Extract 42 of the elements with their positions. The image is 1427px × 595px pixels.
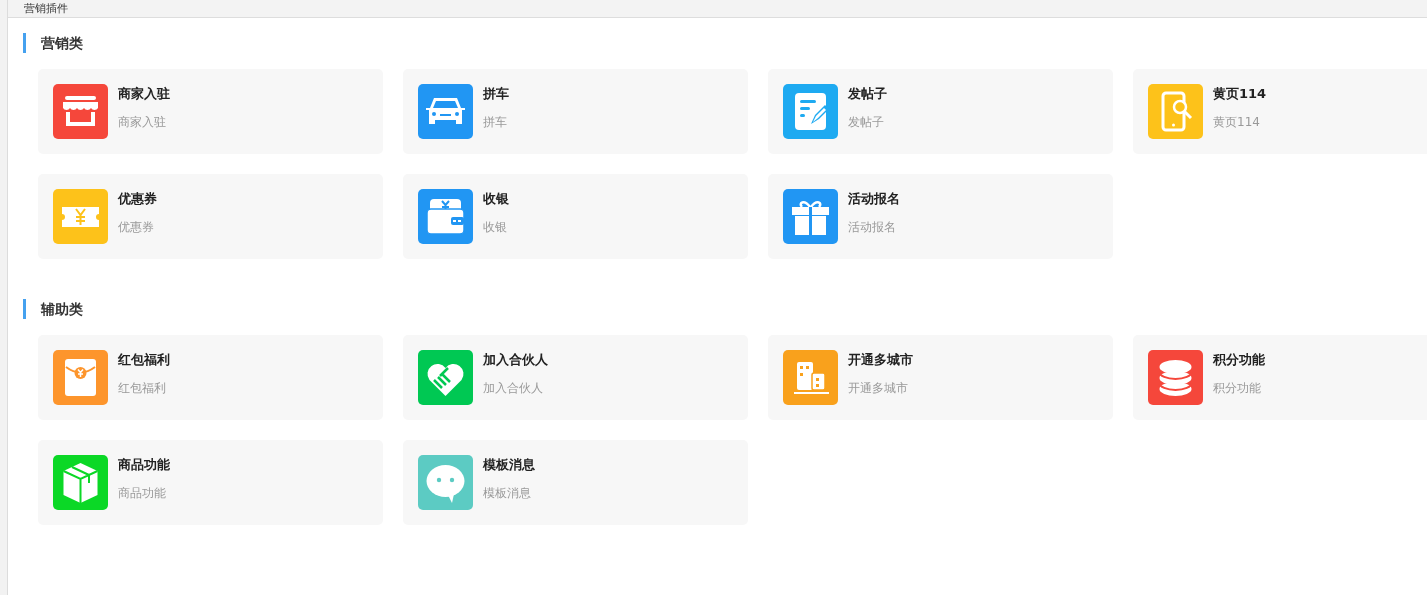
plugin-title: 收银 — [483, 191, 509, 207]
plugin-card[interactable]: 加入合伙人 加入合伙人 — [403, 335, 748, 420]
plugin-title: 黄页114 — [1213, 86, 1267, 102]
plugin-description: 加入合伙人 — [483, 380, 544, 396]
plugin-description: 拼车 — [483, 114, 508, 130]
plugin-card[interactable]: 红包福利 红包福利 — [38, 335, 383, 420]
plugin-card[interactable]: 模板消息 模板消息 — [403, 440, 748, 525]
plugin-title: 发帖子 — [848, 86, 887, 102]
plugin-description: 积分功能 — [1213, 380, 1262, 396]
plugin-card[interactable]: 商家入驻 商家入驻 — [38, 69, 383, 154]
plugin-card[interactable]: 商品功能 商品功能 — [38, 440, 383, 525]
plugin-description: 发帖子 — [848, 114, 885, 130]
plugin-title: 红包福利 — [118, 352, 170, 368]
plugin-title: 商家入驻 — [118, 86, 170, 102]
plugin-card[interactable]: 拼车 拼车 — [403, 69, 748, 154]
plugin-card[interactable]: 收银 收银 — [403, 174, 748, 259]
plugin-card[interactable]: 开通多城市 开通多城市 — [768, 335, 1113, 420]
plugin-title: 加入合伙人 — [483, 352, 548, 368]
plugin-title: 模板消息 — [483, 457, 535, 473]
plugin-description: 黄页114 — [1213, 114, 1261, 130]
plugin-description: 商品功能 — [118, 485, 167, 501]
plugin-title: 活动报名 — [848, 191, 900, 207]
section-heading: 营销类 — [23, 33, 1427, 53]
plugin-card[interactable]: 发帖子 发帖子 — [768, 69, 1113, 154]
plugin-card[interactable]: 黄页114 黄页114 — [1133, 69, 1427, 154]
plugin-title: 商品功能 — [118, 457, 170, 473]
plugin-description: 商家入驻 — [118, 114, 167, 130]
plugin-title: 开通多城市 — [848, 352, 913, 368]
plugin-card[interactable]: 积分功能 积分功能 — [1133, 335, 1427, 420]
plugin-card[interactable]: 优惠券 优惠券 — [38, 174, 383, 259]
plugin-description: 开通多城市 — [848, 380, 909, 396]
plugin-description: 红包福利 — [118, 380, 167, 396]
plugin-description: 收银 — [483, 219, 508, 235]
plugin-description: 模板消息 — [483, 485, 532, 501]
section-heading: 辅助类 — [23, 299, 1427, 319]
page-title: 营销插件 — [24, 2, 68, 15]
plugin-description: 优惠券 — [118, 219, 155, 235]
plugin-title: 优惠券 — [118, 191, 157, 207]
plugin-title: 拼车 — [483, 86, 509, 102]
plugin-description: 活动报名 — [848, 219, 897, 235]
plugin-card[interactable]: 活动报名 活动报名 — [768, 174, 1113, 259]
plugin-title: 积分功能 — [1213, 352, 1265, 368]
